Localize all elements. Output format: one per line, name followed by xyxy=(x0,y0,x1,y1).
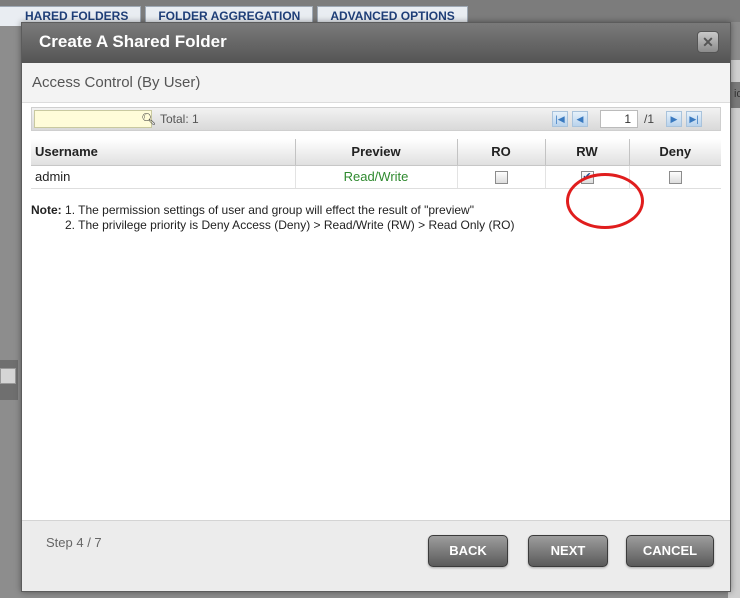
column-header-username[interactable]: Username xyxy=(31,139,295,166)
note-label: Note: xyxy=(31,203,62,217)
last-page-icon[interactable]: ▶| xyxy=(686,111,702,127)
cancel-button[interactable]: CANCEL xyxy=(626,535,714,567)
back-button[interactable]: BACK xyxy=(428,535,508,567)
total-count: Total: 1 xyxy=(160,112,199,126)
ro-checkbox[interactable] xyxy=(494,171,508,185)
search-input[interactable]: 🔍︎ xyxy=(34,110,156,128)
permission-note: Note: 1. The permission settings of user… xyxy=(31,203,514,233)
dialog-content: Access Control (By User) 🔍︎ Total: 1 |◀ … xyxy=(22,63,730,520)
create-shared-folder-dialog: Create A Shared Folder ✕ Access Control … xyxy=(21,22,731,592)
step-indicator: Step 4 / 7 xyxy=(46,535,102,550)
deny-checkbox[interactable] xyxy=(668,171,682,185)
dialog-titlebar: Create A Shared Folder ✕ xyxy=(22,23,730,63)
preview-cell: Read/Write xyxy=(294,165,457,189)
table-toolbar: 🔍︎ Total: 1 |◀ ◀ 1 /1 ▶ ▶| xyxy=(31,107,721,131)
background-left-control xyxy=(0,368,16,384)
background-header-fragment: id xyxy=(734,88,740,100)
note-line-2: 2. The privilege priority is Deny Access… xyxy=(65,218,515,232)
section-header: Access Control (By User) xyxy=(22,63,730,103)
next-button[interactable]: NEXT xyxy=(528,535,608,567)
dialog-title: Create A Shared Folder xyxy=(39,32,227,51)
column-header-deny[interactable]: Deny xyxy=(628,139,721,166)
deny-cell xyxy=(628,165,721,189)
dialog-footer: Step 4 / 7 BACK NEXT CANCEL xyxy=(22,520,730,591)
next-page-icon[interactable]: ▶ xyxy=(666,111,682,127)
rw-highlight-annotation xyxy=(566,173,644,229)
column-header-ro[interactable]: RO xyxy=(456,139,545,166)
column-header-preview[interactable]: Preview xyxy=(294,139,457,166)
close-icon[interactable]: ✕ xyxy=(697,31,719,53)
page-total: /1 xyxy=(644,112,655,126)
table-header-row: Username Preview RO RW Deny xyxy=(31,139,721,166)
note-text-1: 1. The permission settings of user and g… xyxy=(65,203,474,217)
first-page-icon[interactable]: |◀ xyxy=(552,111,568,127)
page-number-input[interactable]: 1 xyxy=(600,110,638,128)
search-icon[interactable]: 🔍︎ xyxy=(141,112,156,126)
section-title: Access Control (By User) xyxy=(32,74,201,91)
column-header-rw[interactable]: RW xyxy=(544,139,629,166)
ro-cell xyxy=(456,165,545,189)
username-cell: admin xyxy=(31,165,295,189)
note-line-1: Note: 1. The permission settings of user… xyxy=(31,203,514,218)
prev-page-icon[interactable]: ◀ xyxy=(572,111,588,127)
